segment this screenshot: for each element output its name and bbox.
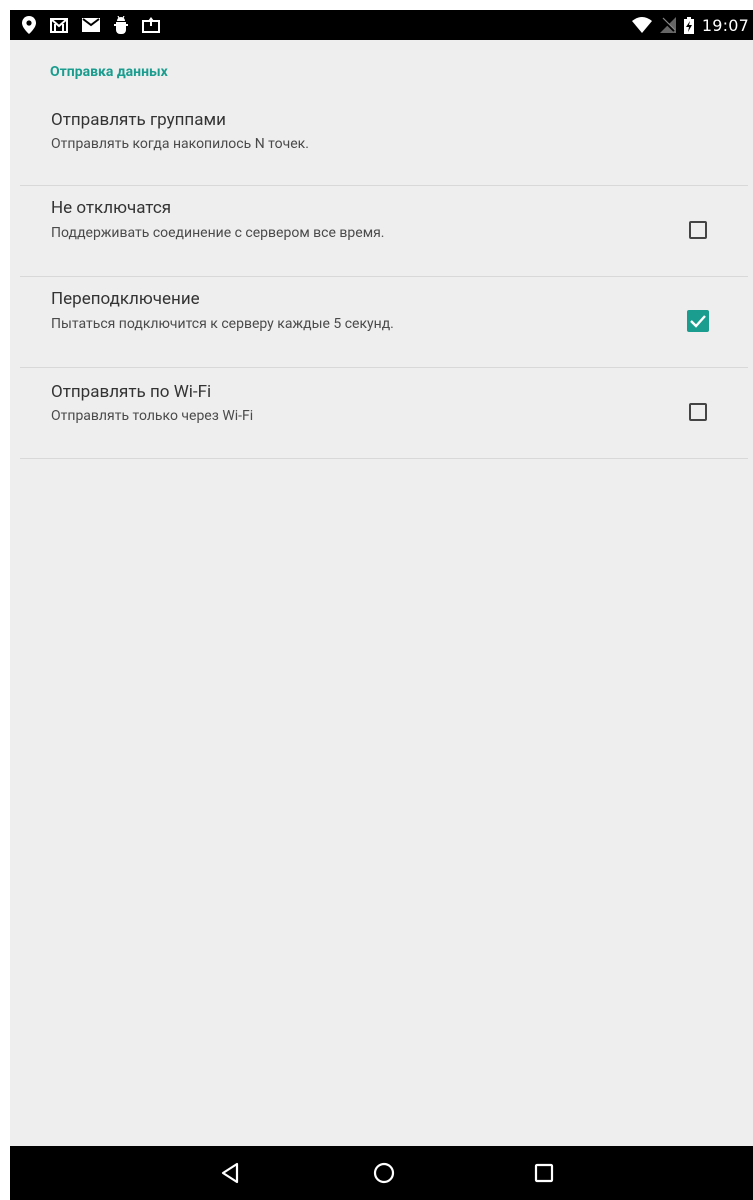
wifi-only-checkbox[interactable]: [689, 403, 707, 421]
location-icon: [22, 16, 36, 34]
pref-summary: Отправлять только через Wi-Fi: [51, 408, 254, 424]
pref-reconnect[interactable]: Переподключение Пытаться подключится к с…: [20, 277, 748, 367]
check-icon: [690, 315, 706, 328]
home-button[interactable]: [354, 1146, 414, 1200]
signal-off-icon: [659, 17, 676, 33]
email-icon: [82, 18, 100, 32]
device-screen: 19:07 Отправка данных Отправлять группам…: [10, 10, 753, 1200]
back-button[interactable]: [200, 1146, 260, 1200]
category-title: Отправка данных: [50, 64, 168, 80]
keep-connected-checkbox[interactable]: [689, 221, 707, 239]
status-bar: 19:07: [10, 10, 753, 40]
photo-upload-icon: [142, 17, 160, 33]
reconnect-checkbox[interactable]: [687, 310, 709, 332]
divider: [20, 458, 748, 459]
pref-send-in-groups[interactable]: Отправлять группами Отправлять когда нак…: [20, 100, 748, 185]
home-icon: [373, 1162, 395, 1184]
recents-icon: [534, 1163, 554, 1183]
pref-summary: Пытаться подключится к серверу каждые 5 …: [51, 316, 394, 332]
pref-title: Отправлять по Wi-Fi: [51, 382, 212, 402]
pref-wifi-only[interactable]: Отправлять по Wi-Fi Отправлять только че…: [20, 368, 748, 458]
pref-title: Не отключатся: [51, 198, 172, 218]
notification-icons: [22, 10, 160, 40]
pref-title: Переподключение: [51, 289, 200, 309]
navigation-bar: [10, 1146, 753, 1200]
system-icons: 19:07: [631, 10, 749, 40]
battery-charging-icon: [683, 16, 694, 34]
clock: 19:07: [701, 15, 749, 35]
pref-summary: Поддерживать соединение с сервером все в…: [51, 225, 385, 241]
pref-summary: Отправлять когда накопилось N точек.: [51, 136, 309, 152]
back-icon: [221, 1162, 239, 1184]
android-debug-icon: [114, 16, 128, 34]
pref-title: Отправлять группами: [51, 110, 226, 130]
recents-button[interactable]: [514, 1146, 574, 1200]
gmail-icon: [50, 17, 68, 33]
wifi-icon: [631, 17, 652, 33]
pref-keep-connected[interactable]: Не отключатся Поддерживать соединение с …: [20, 186, 748, 276]
